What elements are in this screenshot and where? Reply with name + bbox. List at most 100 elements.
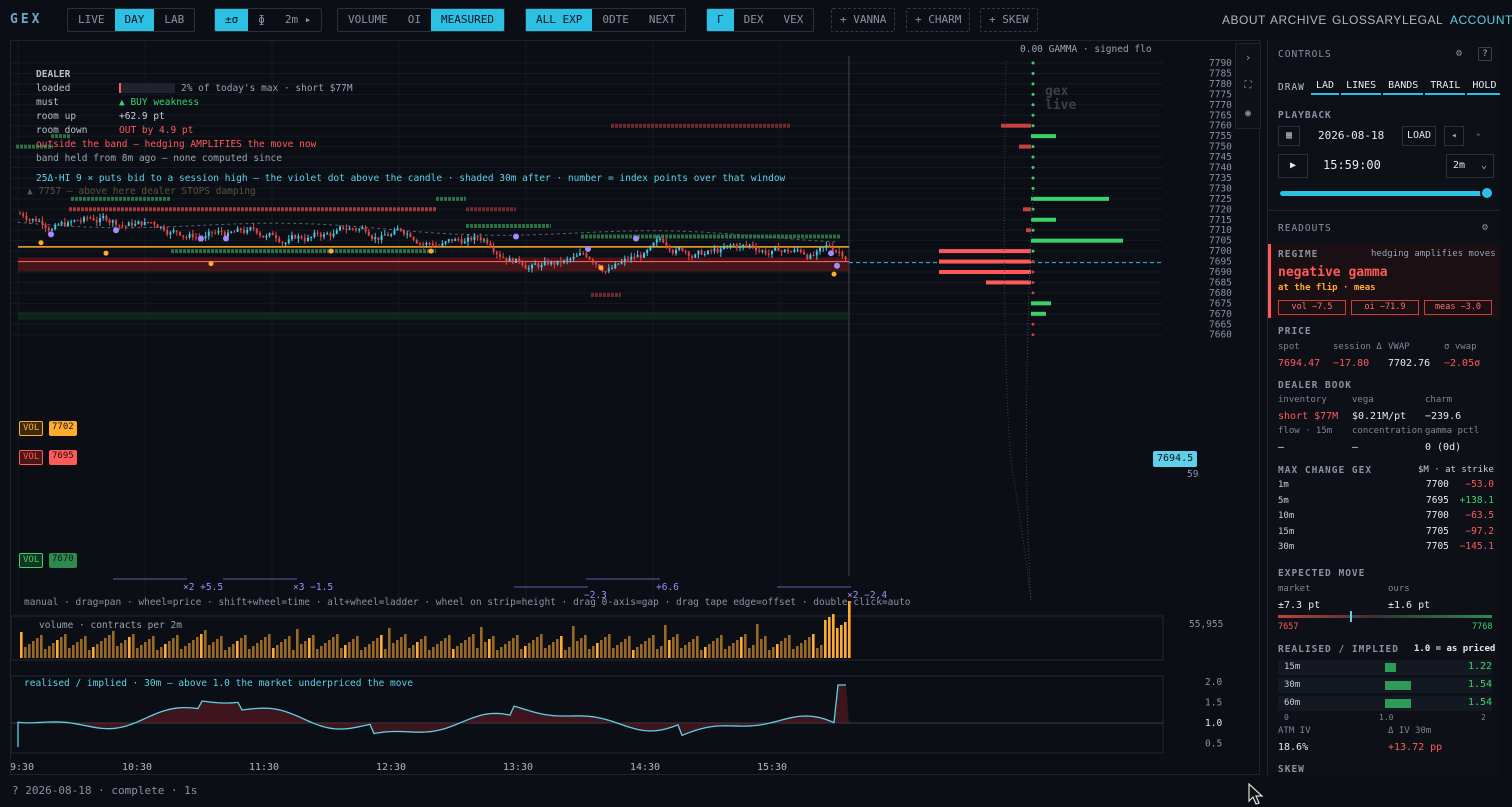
basis-measured-button[interactable]: MEASURED <box>431 9 504 31</box>
volume-bar <box>92 647 95 658</box>
candle <box>614 263 617 269</box>
candle <box>409 233 412 237</box>
volume-bar <box>784 638 787 658</box>
candle <box>415 240 418 244</box>
step-select[interactable]: 2m ⌄ <box>1446 154 1494 178</box>
mode-day-button[interactable]: DAY <box>114 9 155 31</box>
volume-bar <box>776 644 779 658</box>
settings-gear-icon[interactable]: ⚙ <box>1456 48 1462 59</box>
readouts-gear-icon[interactable]: ⚙ <box>1482 222 1488 233</box>
draw-hold-toggle[interactable]: HOLD <box>1467 77 1500 95</box>
load-button[interactable]: LOAD <box>1402 126 1436 146</box>
candle <box>729 244 732 246</box>
volume-bar <box>544 648 547 658</box>
collapse-chevron-icon[interactable]: › <box>1236 44 1260 72</box>
move-marker-label: ×3 −1.5 <box>293 582 333 593</box>
candle <box>710 250 713 252</box>
app-logo[interactable]: GEX <box>10 12 42 27</box>
expiry-0dte-button[interactable]: 0DTE <box>592 9 639 31</box>
draw-trail-toggle[interactable]: TRAIL <box>1425 77 1466 95</box>
flow-value: — <box>1278 442 1285 453</box>
ri-value: 1.22 <box>1468 661 1493 672</box>
candle <box>684 250 687 252</box>
date-input[interactable]: 2026-08-18 <box>1318 129 1384 142</box>
nav-glossary[interactable]: GLOSSARY <box>1332 13 1402 27</box>
candle <box>377 237 380 240</box>
volume-bar <box>644 641 647 658</box>
candle <box>348 228 351 230</box>
play-icon[interactable]: ▶ <box>1278 154 1308 178</box>
nav-legal[interactable]: LEGAL <box>1402 13 1443 27</box>
volume-bar <box>680 648 683 658</box>
greek-gamma-button[interactable]: Γ <box>707 9 734 31</box>
candle <box>406 233 409 235</box>
ri-tick-label: 2.0 <box>1205 677 1222 688</box>
camera-icon[interactable]: ◉ <box>1236 100 1260 128</box>
gamma-chart[interactable]: 2.0 1.5 1.0 0.5 779077857780777577707765776… <box>10 41 1261 776</box>
nav-archive[interactable]: ARCHIVE <box>1270 13 1327 27</box>
fullscreen-icon[interactable]: ⛶ <box>1236 72 1260 100</box>
candle <box>473 236 476 240</box>
candle <box>22 213 25 216</box>
volume-bar <box>52 643 55 658</box>
nav-about[interactable]: ABOUT <box>1222 13 1266 27</box>
greek-vex-button[interactable]: VEX <box>774 9 814 31</box>
y-tick-label: 7705 <box>1209 236 1232 247</box>
mode-lab-button[interactable]: LAB <box>154 9 194 31</box>
next-step-icon[interactable]: ▸ <box>1469 126 1489 146</box>
candle <box>118 224 121 226</box>
candle <box>697 250 700 255</box>
regime-label: REGIME <box>1278 249 1319 260</box>
greek-dex-button[interactable]: DEX <box>734 9 774 31</box>
phi-button[interactable]: ɸ <box>248 9 275 31</box>
basis-volume-button[interactable]: VOLUME <box>338 9 398 31</box>
chart-area[interactable]: 2.0 1.5 1.0 0.5 7790 7785 7780 7775 7770 7765 776… <box>10 40 1261 776</box>
volume-bar <box>300 644 303 658</box>
candle <box>259 232 261 236</box>
expiry-next-button[interactable]: NEXT <box>639 9 685 31</box>
candle <box>793 249 796 252</box>
volume-frame <box>10 615 1164 661</box>
candle <box>38 220 41 222</box>
volume-bar <box>104 638 107 658</box>
inventory-value: short $77M <box>1278 411 1339 422</box>
dealer-book-title: DEALER BOOK <box>1278 380 1352 391</box>
volume-bar <box>340 648 343 658</box>
expiry-all-button[interactable]: ALL EXP <box>526 9 593 31</box>
volume-bar <box>180 649 183 658</box>
price-title: PRICE <box>1278 326 1312 337</box>
prev-step-icon[interactable]: ◂ <box>1444 126 1464 146</box>
candle <box>639 254 642 258</box>
add-skew-button[interactable]: + SKEW <box>980 8 1038 32</box>
sigma-button[interactable]: ±σ <box>215 9 249 31</box>
nav-account[interactable]: ACCOUNT <box>1450 13 1512 27</box>
em-low: 7657 <box>1278 622 1299 632</box>
add-vanna-button[interactable]: + VANNA <box>831 8 896 32</box>
volume-bar <box>192 640 195 658</box>
y-tick-label: 7775 <box>1209 89 1232 100</box>
draw-lines-toggle[interactable]: LINES <box>1341 77 1382 95</box>
ladder-tick <box>1031 186 1035 190</box>
playback-slider[interactable] <box>1280 191 1490 196</box>
ri-bar <box>1385 663 1396 672</box>
draw-bands-toggle[interactable]: BANDS <box>1383 77 1424 95</box>
dealer-must-label: must <box>36 97 59 108</box>
basis-oi-button[interactable]: OI <box>398 9 431 31</box>
y-tick-label: 7725 <box>1209 194 1232 205</box>
add-charm-button[interactable]: + CHARM <box>906 8 971 32</box>
volume-bar <box>360 650 363 658</box>
interval-button[interactable]: 2m ▸ <box>275 9 321 31</box>
x-tick-label: 10:30 <box>122 762 152 773</box>
put-bid-dot <box>223 235 229 242</box>
ladder-tick <box>1031 61 1035 65</box>
candle <box>735 244 738 248</box>
volume-bar <box>768 650 771 658</box>
help-icon[interactable]: ? <box>1478 47 1492 61</box>
volume-bar <box>252 646 255 658</box>
candle <box>790 251 793 253</box>
draw-lad-toggle[interactable]: LAD <box>1311 77 1340 95</box>
volume-bar <box>496 650 499 658</box>
mode-live-button[interactable]: LIVE <box>68 9 114 31</box>
calendar-icon[interactable]: ▦ <box>1278 126 1300 146</box>
playback-slider-handle[interactable] <box>1480 186 1494 200</box>
